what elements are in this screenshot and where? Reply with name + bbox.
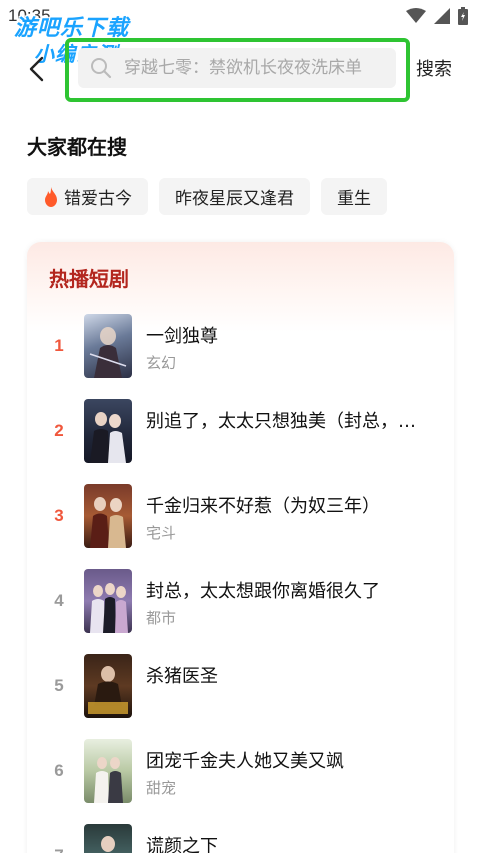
drama-title: 千金归来不好惹（为奴三年）: [146, 496, 380, 517]
status-icons: [406, 7, 468, 25]
drama-cover: [84, 739, 132, 803]
rank-number: 6: [54, 761, 64, 780]
drama-title: 一剑独尊: [146, 326, 218, 347]
chevron-left-icon: [29, 56, 44, 82]
rank-number: 5: [54, 676, 64, 695]
search-box[interactable]: [78, 48, 396, 88]
rank-number: 7: [49, 846, 69, 853]
hot-search-title: 大家都在搜: [27, 135, 127, 159]
drama-cover: [84, 314, 132, 378]
drama-title: 封总，太太想跟你离婚很久了: [146, 581, 380, 602]
drama-cover: [84, 569, 132, 633]
drama-title: 谎颜之下: [146, 836, 218, 853]
search-button[interactable]: 搜索: [416, 55, 452, 81]
drama-cover: [84, 824, 132, 853]
drama-genre: 宅斗: [146, 524, 177, 542]
hot-search-tag-label: 重生: [337, 189, 371, 209]
drama-list-item[interactable]: 4 封总，太太想跟你离婚很久了 都市: [27, 569, 454, 633]
battery-icon: [458, 7, 468, 25]
hot-search-tag[interactable]: 重生: [321, 178, 387, 215]
drama-genre: 都市: [146, 609, 177, 627]
drama-cover: [84, 399, 132, 463]
drama-genre: 甜宠: [146, 779, 177, 797]
drama-list-item[interactable]: 3 千金归来不好惹（为奴三年） 宅斗: [27, 484, 454, 548]
hot-search-tag-label: 昨夜星辰又逢君: [175, 189, 294, 209]
drama-title: 别追了，太太只想独美（封总，…: [146, 411, 416, 432]
drama-genre: 玄幻: [146, 354, 177, 372]
hot-search-tag-label: 错爱古今: [64, 189, 132, 209]
drama-list-item[interactable]: 2 别追了，太太只想独美（封总，…: [27, 399, 454, 463]
drama-cover: [84, 654, 132, 718]
hot-search-tags: 错爱古今 昨夜星辰又逢君 重生: [27, 178, 387, 215]
back-button[interactable]: [24, 54, 52, 84]
wifi-icon: [406, 8, 426, 23]
drama-list-item[interactable]: 7 谎颜之下: [27, 824, 454, 853]
hot-drama-title: 热播短剧: [49, 267, 129, 291]
hot-drama-card: 热播短剧 1 一剑独尊 玄幻 2 别追了，太太只想独美（封总，… 3 千金归来不…: [27, 242, 454, 853]
rank-number: 2: [54, 421, 64, 440]
drama-list-item[interactable]: 5 杀猪医圣: [27, 654, 454, 718]
rank-number: 4: [54, 591, 64, 610]
hot-search-tag[interactable]: 昨夜星辰又逢君: [159, 178, 310, 215]
drama-title: 杀猪医圣: [146, 666, 218, 687]
drama-list-item[interactable]: 6 团宠千金夫人她又美又飒 甜宠: [27, 739, 454, 803]
signal-icon: [434, 8, 450, 24]
rank-number: 1: [54, 336, 64, 355]
hot-search-tag[interactable]: 错爱古今: [27, 178, 148, 215]
drama-cover: [84, 484, 132, 548]
rank-number: 3: [54, 506, 64, 525]
drama-list-item[interactable]: 1 一剑独尊 玄幻: [27, 314, 454, 378]
flame-icon: [45, 186, 57, 207]
search-icon: [91, 58, 112, 79]
search-input[interactable]: [124, 58, 394, 78]
drama-title: 团宠千金夫人她又美又飒: [146, 751, 344, 772]
